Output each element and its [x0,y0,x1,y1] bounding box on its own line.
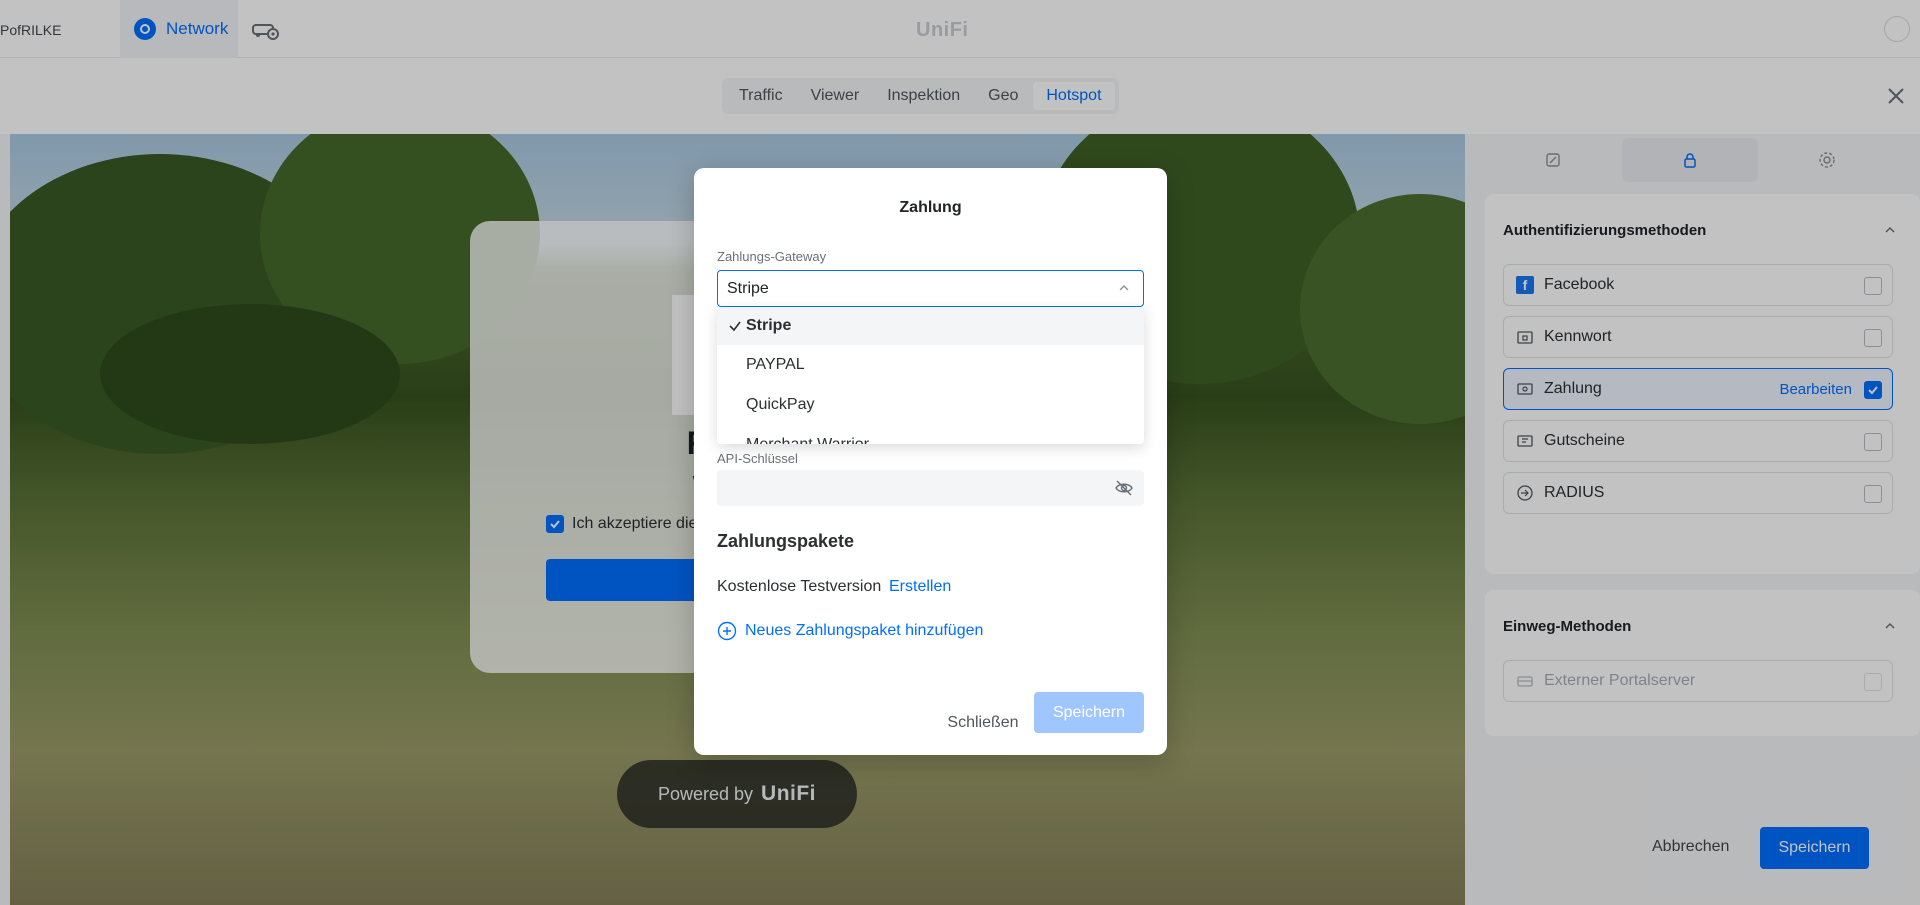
chevron-up-icon [1119,285,1129,291]
add-package-button[interactable]: Neues Zahlungspaket hinzufügen [717,621,983,641]
option-label: PAYPAL [746,356,805,373]
payment-dialog: Zahlung Zahlungs-Gateway Stripe Stripe P… [694,168,1167,755]
dialog-title: Zahlung [899,199,962,216]
checkmark-icon [729,321,741,332]
gateway-option-stripe[interactable]: Stripe [717,307,1144,345]
trial-label: Kostenlose Testversion [717,578,882,595]
create-trial-link[interactable]: Erstellen [889,578,951,596]
dialog-save-button[interactable]: Speichern [1034,692,1144,733]
packages-heading: Zahlungspakete [717,531,855,551]
gateway-dropdown: Stripe PAYPAL QuickPay Merchant Warrior [717,307,1144,444]
gateway-option-paypal[interactable]: PAYPAL [717,345,1144,385]
gateway-option-merchant-warrior[interactable]: Merchant Warrior [717,425,1144,444]
api-key-label: API-Schlüssel [717,451,798,466]
option-label: Merchant Warrior [746,436,869,444]
plus-circle-icon [717,621,737,641]
gateway-selected-value: Stripe [727,279,769,297]
api-key-field[interactable] [717,470,1144,506]
gateway-label: Zahlungs-Gateway [717,249,827,264]
dialog-close-button[interactable]: Schließen [927,703,1039,743]
add-package-label: Neues Zahlungspaket hinzufügen [745,622,984,639]
gateway-option-quickpay[interactable]: QuickPay [717,385,1144,425]
gateway-select[interactable]: Stripe [717,270,1144,307]
option-label: QuickPay [746,396,815,413]
option-label: Stripe [746,317,792,334]
eye-off-icon[interactable] [1114,479,1134,497]
